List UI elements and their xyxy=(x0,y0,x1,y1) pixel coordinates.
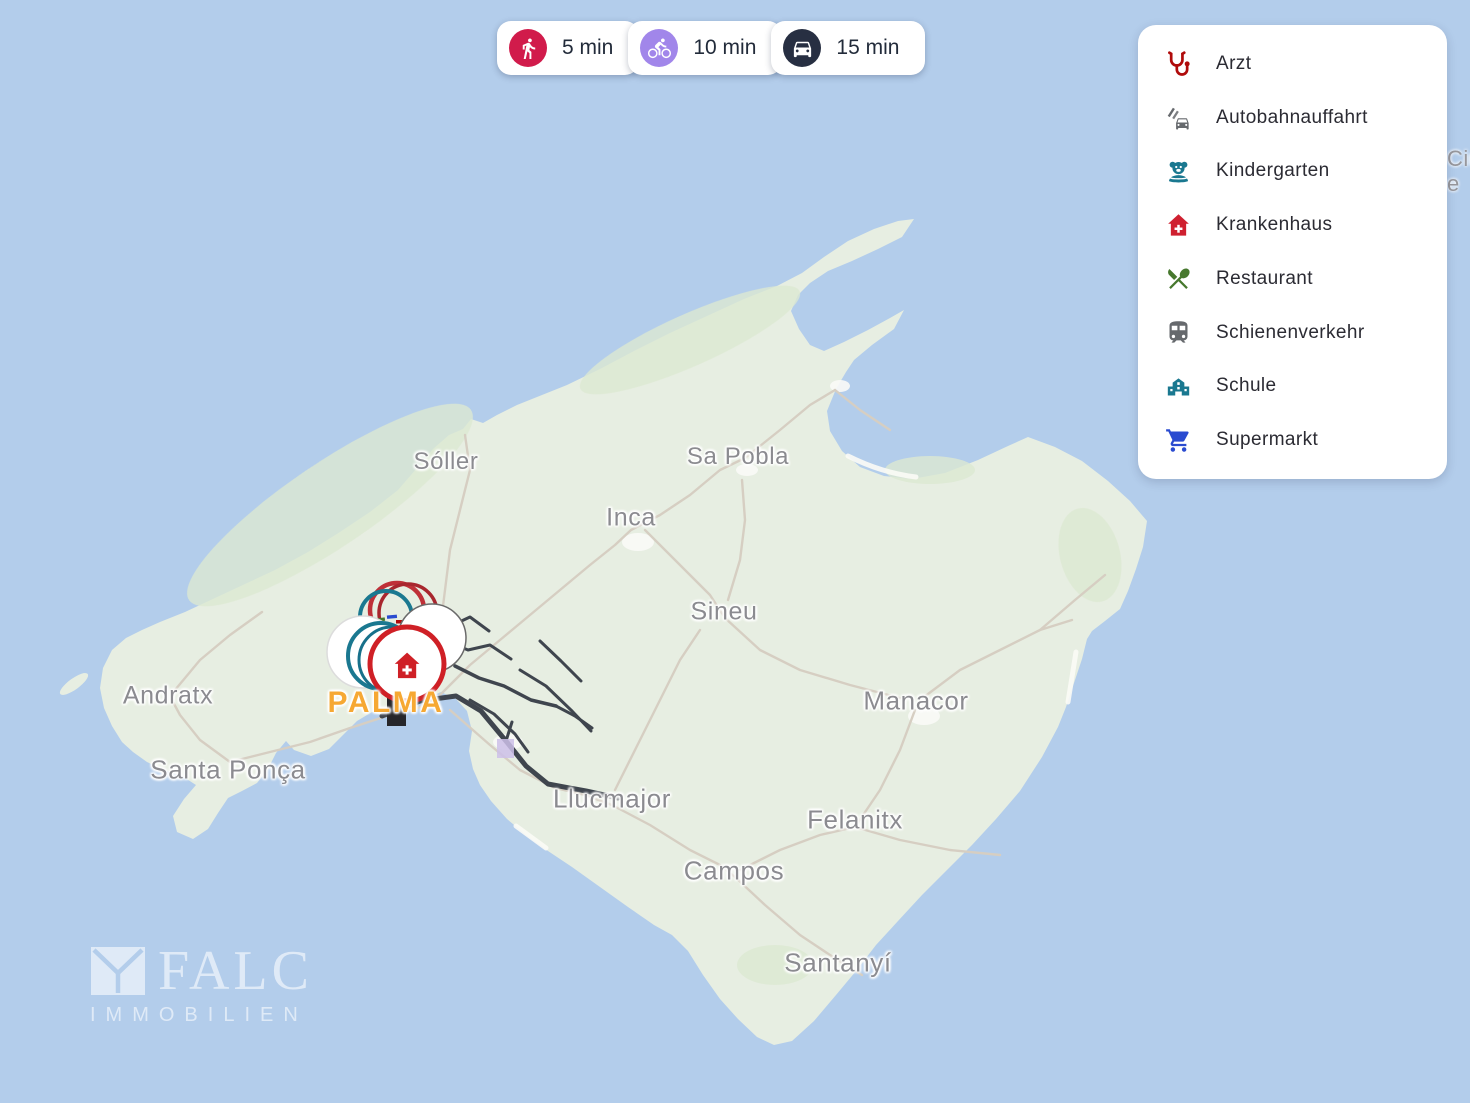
legend-item-arzt[interactable]: Arzt xyxy=(1138,50,1447,77)
fork-knife-icon xyxy=(1165,265,1192,292)
watermark-brand: FALC xyxy=(158,946,313,996)
property-marker[interactable] xyxy=(370,627,444,701)
falc-logo-icon xyxy=(90,946,146,996)
car-icon xyxy=(783,29,821,67)
stethoscope-icon xyxy=(1165,50,1192,77)
watermark-subtitle: IMMOBILIEN xyxy=(90,1004,313,1027)
legend-item-label: Schule xyxy=(1216,375,1277,397)
teddy-bear-icon xyxy=(1165,158,1192,185)
hospital-house-icon xyxy=(1165,212,1192,239)
travel-time-pill-walk[interactable]: 5 min xyxy=(497,21,639,75)
travel-time-value: 5 min xyxy=(562,36,613,60)
legend-item-label: Autobahnauffahrt xyxy=(1216,107,1368,129)
legend-item-kindergarten[interactable]: Kindergarten xyxy=(1138,158,1447,185)
legend-item-label: Kindergarten xyxy=(1216,160,1330,182)
falc-watermark: FALC IMMOBILIEN xyxy=(90,946,313,1027)
bike-icon xyxy=(640,29,678,67)
legend-item-label: Schienenverkehr xyxy=(1216,322,1365,344)
train-icon xyxy=(1165,319,1192,346)
legend-item-autobahnauffahrt[interactable]: Autobahnauffahrt xyxy=(1138,104,1447,131)
legend-item-label: Krankenhaus xyxy=(1216,214,1332,236)
travel-time-pill-car[interactable]: 15 min xyxy=(771,21,925,75)
travel-time-value: 10 min xyxy=(693,36,756,60)
shopping-cart-icon xyxy=(1165,427,1192,454)
highway-ramp-car-icon xyxy=(1165,104,1192,131)
clipped-map-label: Ciu e xyxy=(1447,146,1470,196)
legend-item-label: Restaurant xyxy=(1216,268,1313,290)
poi-legend: Arzt Autobahnauffahrt Kindergar xyxy=(1138,25,1447,479)
legend-item-supermarkt[interactable]: Supermarkt xyxy=(1138,427,1447,454)
school-building-icon xyxy=(1165,373,1192,400)
legend-item-krankenhaus[interactable]: Krankenhaus xyxy=(1138,212,1447,239)
legend-item-schienenverkehr[interactable]: Schienenverkehr xyxy=(1138,319,1447,346)
travel-time-pill-bike[interactable]: 10 min xyxy=(628,21,782,75)
urban-area-patch xyxy=(497,739,514,758)
travel-time-value: 15 min xyxy=(836,36,899,60)
walk-icon xyxy=(509,29,547,67)
legend-item-schule[interactable]: Schule xyxy=(1138,373,1447,400)
legend-item-label: Supermarkt xyxy=(1216,429,1318,451)
travel-time-pills: 5 min 10 min 15 min xyxy=(497,21,925,75)
legend-item-restaurant[interactable]: Restaurant xyxy=(1138,265,1447,292)
legend-item-label: Arzt xyxy=(1216,53,1251,75)
